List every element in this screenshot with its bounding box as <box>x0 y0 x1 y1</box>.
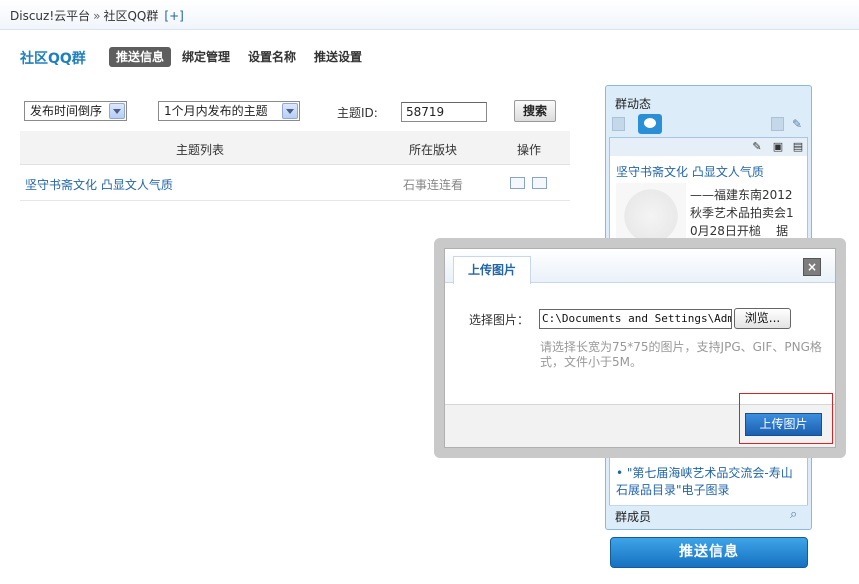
chevron-down-icon <box>109 103 125 119</box>
nav-set-name[interactable]: 设置名称 <box>241 47 303 67</box>
members-label: 群成员 <box>615 510 652 524</box>
widget-title: 群动态 <box>615 97 652 111</box>
nav-push-settings[interactable]: 推送设置 <box>307 47 369 67</box>
prev-arrow-icon[interactable] <box>612 117 625 131</box>
trash-icon[interactable]: ▤ <box>791 140 805 154</box>
close-icon[interactable]: × <box>803 258 821 276</box>
page-nav: 推送信息 绑定管理 设置名称 推送设置 <box>109 47 373 67</box>
breadcrumb: Discuz!云平台» 社区QQ群 [+] <box>10 7 184 24</box>
search-icon[interactable]: ⌕ <box>790 507 797 522</box>
topic-id-label: 主题ID: <box>337 106 378 120</box>
breadcrumb-root[interactable]: Discuz!云平台 <box>10 9 90 23</box>
edit-icon[interactable]: ✎ <box>750 140 764 154</box>
feed-list-item[interactable]: • "第七届海峡艺术品交流会-寿山石展品目录"电子图录 <box>616 465 804 499</box>
breadcrumb-current: 社区QQ群 <box>103 9 159 23</box>
breadcrumb-separator: » <box>93 9 101 23</box>
feed-post-text: ——福建东南2012 秋季艺术品拍卖会1 0月28日开槌 据 <box>690 188 794 238</box>
forum-name: 石事连连看 <box>403 178 464 192</box>
upload-image-button[interactable]: 上传图片 <box>745 413 822 436</box>
feed-post-title[interactable]: 坚守书斋文化 凸显文人气质 <box>616 163 764 180</box>
list-icon[interactable] <box>532 177 547 189</box>
upload-hint: 请选择长宽为75*75的图片，支持JPG、GIF、PNG格式，文件小于5M。 <box>540 340 822 369</box>
file-path-input[interactable]: C:\Documents and Settings\Admin <box>539 309 732 329</box>
sort-select-value: 发布时间倒序 <box>30 104 103 118</box>
topic-link[interactable]: 坚守书斋文化 凸显文人气质 <box>25 176 173 193</box>
nav-push-info[interactable]: 推送信息 <box>109 47 172 67</box>
header-actions: 操作 <box>517 143 542 157</box>
image-icon[interactable]: ▣ <box>771 140 785 154</box>
search-button[interactable]: 搜索 <box>514 100 556 122</box>
wrench-icon[interactable]: ✎ <box>792 117 806 131</box>
table-header <box>20 131 570 165</box>
topic-id-input[interactable]: 58719 <box>401 102 487 122</box>
nav-bind-manage[interactable]: 绑定管理 <box>175 47 237 67</box>
feed-thumbnail <box>616 183 686 238</box>
page-title: 社区QQ群 <box>20 51 86 67</box>
sort-select[interactable]: 发布时间倒序 <box>24 101 127 121</box>
chat-bubble-icon[interactable] <box>638 114 662 134</box>
browse-button[interactable]: 浏览... <box>734 308 791 329</box>
header-topic-list: 主题列表 <box>176 143 225 157</box>
chevron-down-icon <box>282 103 298 119</box>
feed-list-item-text: "第七届海峡艺术品交流会-寿山石展品目录"电子图录 <box>616 466 793 497</box>
header-forum: 所在版块 <box>409 143 458 157</box>
range-select[interactable]: 1个月内发布的主题 <box>158 101 300 121</box>
preview-icon[interactable] <box>510 177 525 189</box>
dialog-tab-upload[interactable]: 上传图片 <box>453 256 531 284</box>
next-arrow-icon[interactable] <box>771 117 784 131</box>
range-select-value: 1个月内发布的主题 <box>164 104 268 118</box>
choose-image-label: 选择图片： <box>469 313 530 327</box>
add-tab-link[interactable]: [+] <box>164 9 183 23</box>
push-info-button[interactable]: 推送信息 <box>610 537 808 568</box>
